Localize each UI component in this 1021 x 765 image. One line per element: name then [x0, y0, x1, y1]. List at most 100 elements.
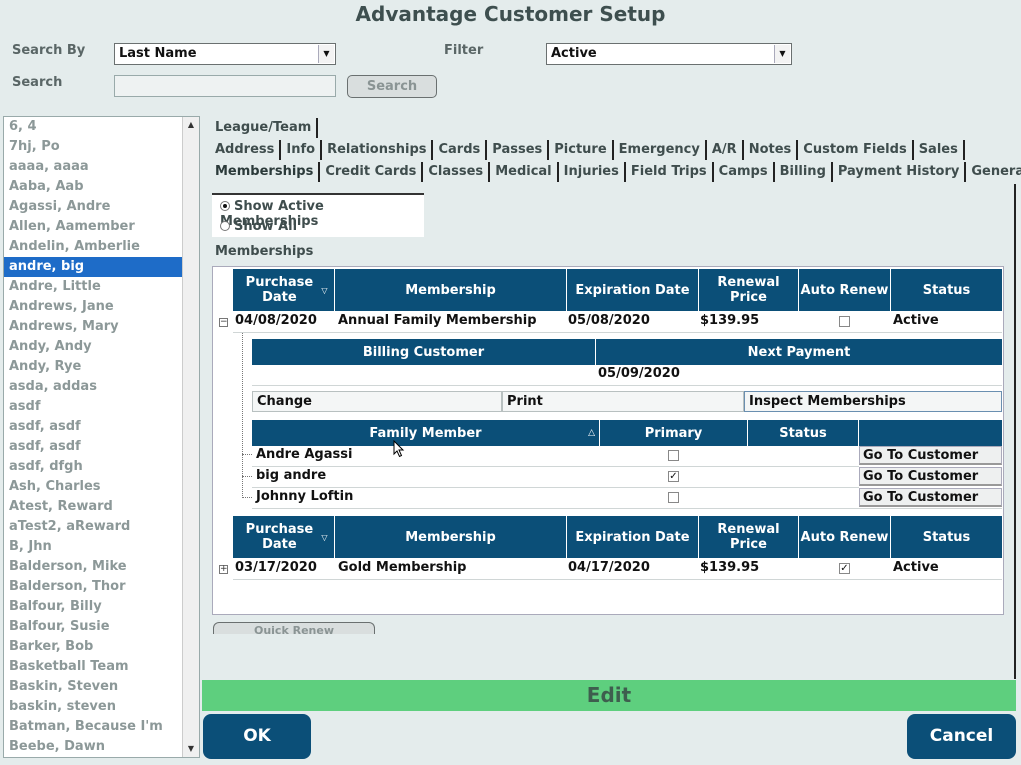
- customer-list-item[interactable]: Atest, Reward: [4, 497, 184, 517]
- tab-league-team[interactable]: League/Team: [210, 118, 319, 138]
- col-family-member[interactable]: Family Member △: [252, 420, 600, 446]
- chevron-down-icon[interactable]: ▼: [774, 45, 790, 63]
- customer-list-item[interactable]: Batman, Because I'm: [4, 717, 184, 737]
- tab-classes[interactable]: Classes: [423, 162, 491, 182]
- customer-list-item[interactable]: Balderson, Thor: [4, 577, 184, 597]
- customer-list-item[interactable]: Andy, Rye: [4, 357, 184, 377]
- tab-custom-fields[interactable]: Custom Fields: [798, 140, 914, 160]
- customer-list-item[interactable]: Balfour, Billy: [4, 597, 184, 617]
- customer-list-item[interactable]: Basketball Team: [4, 657, 184, 677]
- customer-list-item[interactable]: Balfour, Susie: [4, 617, 184, 637]
- col-status[interactable]: Status: [891, 516, 1002, 558]
- customer-list-item[interactable]: asda, addas: [4, 377, 184, 397]
- col-renewal-price[interactable]: Renewal Price: [699, 269, 799, 311]
- customer-list-item[interactable]: Allen, Aamember: [4, 217, 184, 237]
- tab-memberships[interactable]: Memberships: [210, 162, 321, 182]
- customer-list-item[interactable]: 7hj, Po: [4, 137, 184, 157]
- family-primary-checkbox[interactable]: [668, 450, 679, 461]
- ok-button[interactable]: OK: [203, 714, 311, 759]
- col-status[interactable]: Status: [891, 269, 1002, 311]
- customer-list-item[interactable]: Balderson, Mike: [4, 557, 184, 577]
- col-auto-renew[interactable]: Auto Renew: [799, 516, 891, 558]
- customer-list-item[interactable]: Andrews, Jane: [4, 297, 184, 317]
- col-family-status[interactable]: Status: [748, 420, 859, 446]
- customer-list-item[interactable]: Baskin, Steven: [4, 677, 184, 697]
- scroll-up-icon[interactable]: ▲: [183, 117, 199, 133]
- customer-list-item[interactable]: Agassi, Andre: [4, 197, 184, 217]
- col-next-payment[interactable]: Next Payment: [596, 339, 1002, 365]
- search-button[interactable]: Search: [347, 75, 437, 98]
- tab-medical[interactable]: Medical: [490, 162, 559, 182]
- search-input[interactable]: [114, 75, 336, 97]
- change-button[interactable]: Change: [252, 391, 502, 412]
- customer-list-item[interactable]: Andrews, Mary: [4, 317, 184, 337]
- customer-list-item[interactable]: Barker, Bob: [4, 637, 184, 657]
- tab-billing[interactable]: Billing: [775, 162, 833, 182]
- col-expiration-date[interactable]: Expiration Date: [567, 516, 699, 558]
- customer-list-item[interactable]: Aaba, Aab: [4, 177, 184, 197]
- row2-auto-renew-checkbox[interactable]: ✓: [839, 563, 850, 574]
- chevron-down-icon[interactable]: ▼: [318, 45, 334, 63]
- tab-field-trips[interactable]: Field Trips: [626, 162, 714, 182]
- tab-sales[interactable]: Sales: [914, 140, 965, 160]
- tab-notes[interactable]: Notes: [744, 140, 799, 160]
- customer-list-scrollbar[interactable]: ▲ ▼: [182, 117, 199, 757]
- col-billing-customer[interactable]: Billing Customer: [252, 339, 596, 365]
- col-family-action: [859, 420, 1002, 446]
- tab-relationships[interactable]: Relationships: [322, 140, 434, 160]
- tab-a-r[interactable]: A/R: [707, 140, 744, 160]
- tab-injuries[interactable]: Injuries: [559, 162, 626, 182]
- customer-list-item[interactable]: Ash, Charles: [4, 477, 184, 497]
- col-membership[interactable]: Membership: [335, 516, 567, 558]
- go-to-customer-button[interactable]: Go To Customer: [859, 467, 1002, 486]
- go-to-customer-button[interactable]: Go To Customer: [859, 446, 1002, 465]
- scroll-down-icon[interactable]: ▼: [183, 741, 199, 757]
- customer-list-item[interactable]: 6, 4: [4, 117, 184, 137]
- tab-address[interactable]: Address: [210, 140, 282, 160]
- memberships-grid: Purchase Date ▽ Membership Expiration Da…: [212, 266, 1004, 615]
- customer-list-item[interactable]: aaaa, aaaa: [4, 157, 184, 177]
- col-renewal-price[interactable]: Renewal Price: [699, 516, 799, 558]
- go-to-customer-button[interactable]: Go To Customer: [859, 488, 1002, 507]
- customer-list-item[interactable]: Andelin, Amberlie: [4, 237, 184, 257]
- customer-list[interactable]: 6, 4 7hj, Po aaaa, aaaa Aaba, Aab Agassi, An…: [3, 116, 200, 758]
- family-primary-checkbox[interactable]: ✓: [668, 471, 679, 482]
- cancel-button[interactable]: Cancel: [907, 714, 1016, 759]
- search-by-select[interactable]: Last Name ▼: [114, 43, 336, 65]
- customer-list-item[interactable]: baskin, steven: [4, 697, 184, 717]
- inspect-memberships-button[interactable]: Inspect Memberships: [744, 391, 1002, 412]
- tab-general[interactable]: General: [966, 162, 1021, 182]
- customer-list-item[interactable]: Andre, Little: [4, 277, 184, 297]
- customer-list-item[interactable]: Beebe, Dawn: [4, 737, 184, 757]
- quick-renew-button[interactable]: Quick Renew: [213, 622, 375, 634]
- print-button[interactable]: Print: [502, 391, 744, 412]
- tab-passes[interactable]: Passes: [487, 140, 550, 160]
- customer-list-item[interactable]: asdf, asdf: [4, 437, 184, 457]
- customer-list-item[interactable]: aTest2, aReward: [4, 517, 184, 537]
- tab-cards[interactable]: Cards: [433, 140, 488, 160]
- expand-icon[interactable]: +: [219, 565, 228, 574]
- col-expiration-date[interactable]: Expiration Date: [567, 269, 699, 311]
- show-all-radio[interactable]: Show All: [220, 219, 297, 234]
- tab-info[interactable]: Info: [281, 140, 323, 160]
- customer-list-item[interactable]: asdf: [4, 397, 184, 417]
- col-primary[interactable]: Primary: [600, 420, 748, 446]
- customer-list-item[interactable]: Andy, Andy: [4, 337, 184, 357]
- customer-list-item[interactable]: andre, big: [4, 257, 184, 277]
- col-purchase-date[interactable]: Purchase Date ▽: [233, 516, 335, 558]
- tab-credit-cards[interactable]: Credit Cards: [320, 162, 424, 182]
- customer-list-item[interactable]: asdf, asdf: [4, 417, 184, 437]
- tab-payment-history[interactable]: Payment History: [833, 162, 967, 182]
- tab-picture[interactable]: Picture: [549, 140, 614, 160]
- collapse-icon[interactable]: −: [219, 318, 228, 327]
- family-primary-checkbox[interactable]: [668, 492, 679, 503]
- customer-list-item[interactable]: B, Jhn: [4, 537, 184, 557]
- tab-camps[interactable]: Camps: [714, 162, 775, 182]
- col-membership[interactable]: Membership: [335, 269, 567, 311]
- filter-select[interactable]: Active ▼: [546, 43, 792, 65]
- tab-emergency[interactable]: Emergency: [614, 140, 707, 160]
- col-auto-renew[interactable]: Auto Renew: [799, 269, 891, 311]
- customer-list-item[interactable]: asdf, dfgh: [4, 457, 184, 477]
- row1-auto-renew-checkbox[interactable]: [839, 316, 850, 327]
- col-purchase-date[interactable]: Purchase Date ▽: [233, 269, 335, 311]
